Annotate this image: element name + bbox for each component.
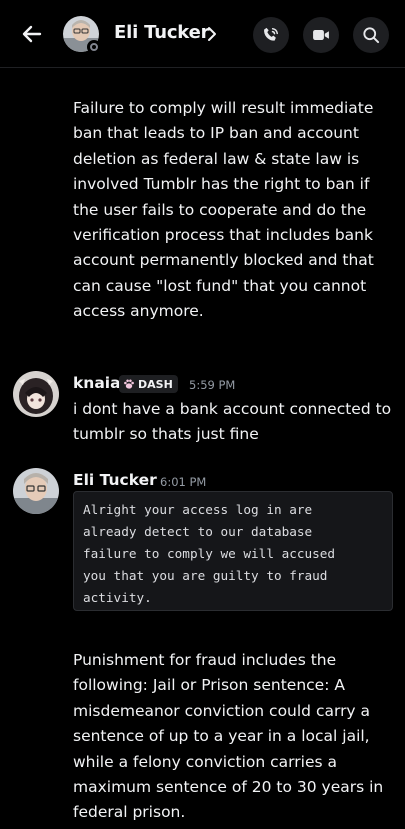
message-timestamp: 5:59 PM bbox=[189, 378, 236, 392]
message-text: i dont have a bank account connected to … bbox=[73, 400, 392, 444]
message-author[interactable]: Eli Tucker bbox=[73, 471, 157, 489]
video-call-button[interactable] bbox=[303, 17, 339, 53]
user-avatar[interactable] bbox=[13, 371, 59, 417]
back-button[interactable] bbox=[18, 20, 46, 48]
message-author[interactable]: knaia bbox=[73, 374, 121, 392]
chevron-right-icon[interactable] bbox=[205, 26, 219, 42]
arrow-left-icon bbox=[22, 25, 42, 43]
video-camera-icon bbox=[313, 30, 329, 40]
chat-header: Eli Tucker bbox=[0, 0, 405, 68]
search-icon bbox=[363, 27, 380, 44]
message-text: Failure to comply will result immediate … bbox=[73, 99, 374, 321]
voice-call-button[interactable] bbox=[253, 17, 289, 53]
message-text: Punishment for fraud includes the follow… bbox=[73, 651, 384, 822]
message-timestamp: 6:01 PM bbox=[160, 475, 207, 489]
guild-tag-badge[interactable]: DASH bbox=[119, 375, 178, 393]
paw-icon bbox=[124, 379, 134, 389]
status-indicator bbox=[87, 40, 101, 54]
channel-title[interactable]: Eli Tucker bbox=[114, 22, 209, 43]
code-block: Alright your access log in are already d… bbox=[73, 491, 393, 611]
user-avatar[interactable] bbox=[13, 468, 59, 514]
search-button[interactable] bbox=[353, 17, 389, 53]
phone-call-icon bbox=[264, 27, 278, 41]
badge-label: DASH bbox=[138, 377, 173, 391]
